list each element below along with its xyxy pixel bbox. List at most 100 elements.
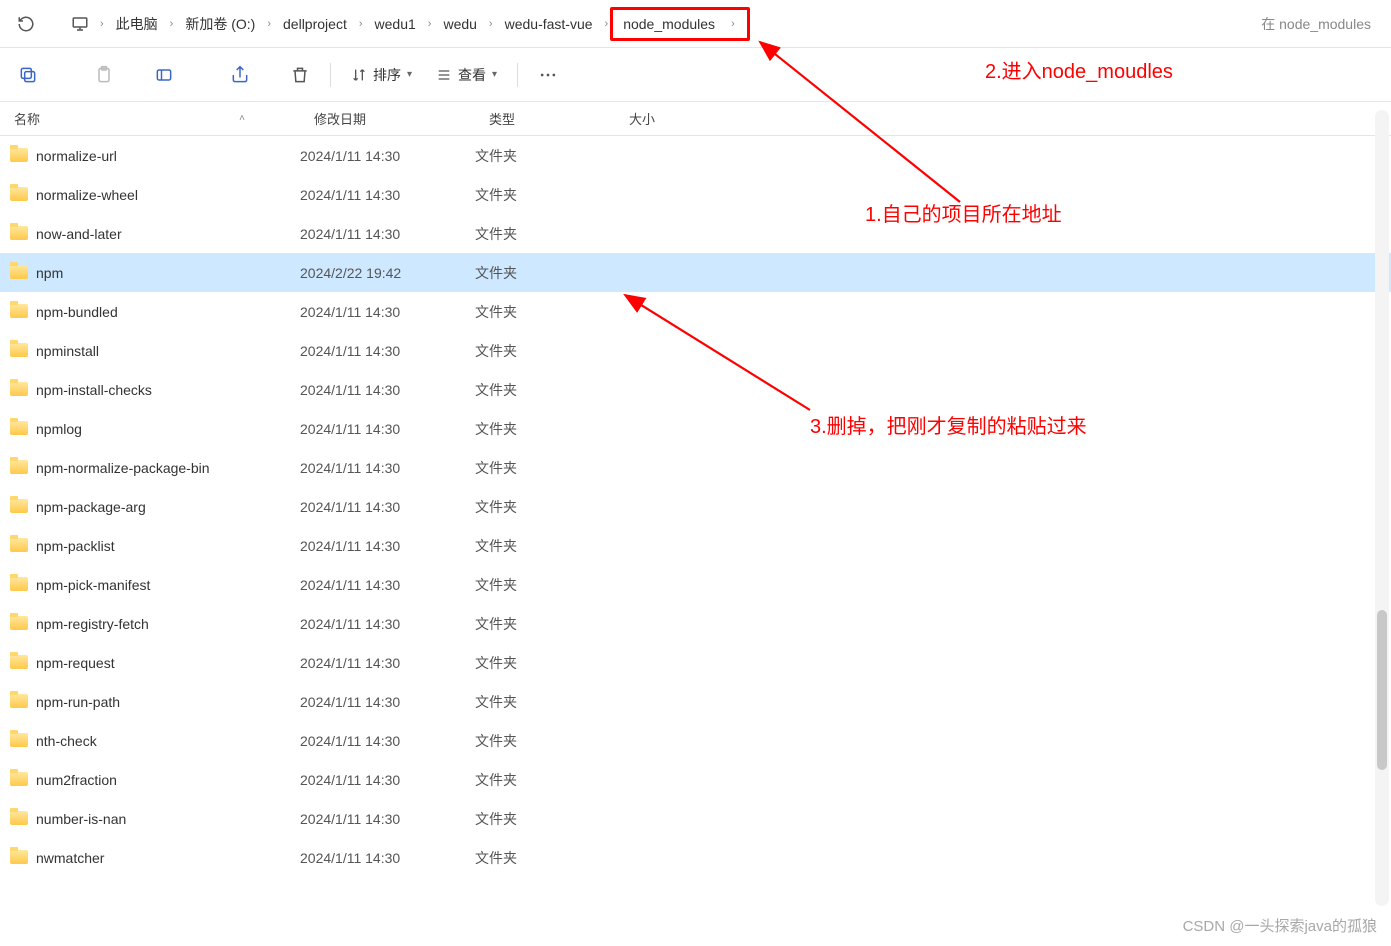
file-name: number-is-nan bbox=[36, 811, 300, 827]
paste-button[interactable] bbox=[84, 55, 124, 95]
column-date[interactable]: 修改日期 bbox=[300, 102, 475, 135]
file-row[interactable]: npm-run-path2024/1/11 14:30文件夹 bbox=[0, 682, 1391, 721]
folder-icon bbox=[10, 226, 30, 242]
file-row[interactable]: normalize-wheel2024/1/11 14:30文件夹 bbox=[0, 175, 1391, 214]
breadcrumb-item[interactable]: wedu1 bbox=[365, 10, 426, 38]
file-name: npm-run-path bbox=[36, 694, 300, 710]
breadcrumb-item[interactable]: 新加卷 (O:) bbox=[175, 8, 265, 40]
file-row[interactable]: nwmatcher2024/1/11 14:30文件夹 bbox=[0, 838, 1391, 877]
file-list: normalize-url2024/1/11 14:30文件夹normalize… bbox=[0, 136, 1391, 877]
share-button[interactable] bbox=[220, 55, 260, 95]
file-row[interactable]: npm-pick-manifest2024/1/11 14:30文件夹 bbox=[0, 565, 1391, 604]
chevron-right-icon: › bbox=[265, 18, 273, 30]
view-label: 查看 bbox=[458, 65, 486, 85]
file-date: 2024/1/11 14:30 bbox=[300, 694, 475, 710]
file-date: 2024/1/11 14:30 bbox=[300, 850, 475, 866]
file-row[interactable]: npm-normalize-package-bin2024/1/11 14:30… bbox=[0, 448, 1391, 487]
folder-icon bbox=[10, 694, 30, 710]
column-label: 修改日期 bbox=[314, 109, 366, 128]
file-name: num2fraction bbox=[36, 772, 300, 788]
file-date: 2024/2/22 19:42 bbox=[300, 265, 475, 281]
file-row[interactable]: number-is-nan2024/1/11 14:30文件夹 bbox=[0, 799, 1391, 838]
file-date: 2024/1/11 14:30 bbox=[300, 499, 475, 515]
file-name: npminstall bbox=[36, 343, 300, 359]
file-type: 文件夹 bbox=[475, 458, 615, 478]
folder-icon bbox=[10, 460, 30, 476]
file-row[interactable]: npm-packlist2024/1/11 14:30文件夹 bbox=[0, 526, 1391, 565]
file-name: now-and-later bbox=[36, 226, 300, 242]
chevron-right-icon: › bbox=[426, 18, 434, 30]
divider bbox=[330, 63, 331, 87]
file-name: npm-request bbox=[36, 655, 300, 671]
folder-icon bbox=[10, 616, 30, 632]
chevron-right-icon: › bbox=[98, 18, 106, 30]
breadcrumb-item[interactable]: wedu-fast-vue bbox=[495, 10, 603, 38]
column-type[interactable]: 类型 bbox=[475, 102, 615, 135]
file-date: 2024/1/11 14:30 bbox=[300, 733, 475, 749]
file-name: npmlog bbox=[36, 421, 300, 437]
more-button[interactable] bbox=[528, 55, 568, 95]
column-size[interactable]: 大小 bbox=[615, 102, 715, 135]
file-date: 2024/1/11 14:30 bbox=[300, 616, 475, 632]
file-type: 文件夹 bbox=[475, 809, 615, 829]
column-label: 名称 bbox=[14, 109, 40, 128]
file-row[interactable]: npmlog2024/1/11 14:30文件夹 bbox=[0, 409, 1391, 448]
file-row[interactable]: npminstall2024/1/11 14:30文件夹 bbox=[0, 331, 1391, 370]
copy-button[interactable] bbox=[8, 55, 48, 95]
scrollbar-thumb[interactable] bbox=[1377, 610, 1387, 770]
file-row[interactable]: npm2024/2/22 19:42文件夹 bbox=[0, 253, 1391, 292]
file-name: npm bbox=[36, 265, 300, 281]
file-type: 文件夹 bbox=[475, 848, 615, 868]
file-date: 2024/1/11 14:30 bbox=[300, 460, 475, 476]
file-row[interactable]: npm-package-arg2024/1/11 14:30文件夹 bbox=[0, 487, 1391, 526]
breadcrumb-item[interactable]: dellproject bbox=[273, 10, 357, 38]
file-date: 2024/1/11 14:30 bbox=[300, 811, 475, 827]
breadcrumb: › 此电脑 › 新加卷 (O:) › dellproject › wedu1 ›… bbox=[98, 0, 1249, 47]
breadcrumb-item[interactable]: 此电脑 bbox=[106, 8, 168, 40]
file-type: 文件夹 bbox=[475, 224, 615, 244]
file-row[interactable]: npm-request2024/1/11 14:30文件夹 bbox=[0, 643, 1391, 682]
delete-button[interactable] bbox=[280, 55, 320, 95]
folder-icon bbox=[10, 850, 30, 866]
file-name: normalize-wheel bbox=[36, 187, 300, 203]
breadcrumb-item-current[interactable]: node_modules › bbox=[610, 7, 750, 41]
column-name[interactable]: 名称 ˄ bbox=[0, 102, 300, 135]
chevron-right-icon: › bbox=[729, 18, 737, 30]
chevron-right-icon: › bbox=[357, 18, 365, 30]
file-row[interactable]: npm-bundled2024/1/11 14:30文件夹 bbox=[0, 292, 1391, 331]
file-row[interactable]: npm-install-checks2024/1/11 14:30文件夹 bbox=[0, 370, 1391, 409]
folder-icon bbox=[10, 811, 30, 827]
file-date: 2024/1/11 14:30 bbox=[300, 421, 475, 437]
sort-menu[interactable]: 排序 ▾ bbox=[341, 59, 422, 91]
file-row[interactable]: normalize-url2024/1/11 14:30文件夹 bbox=[0, 136, 1391, 175]
divider bbox=[517, 63, 518, 87]
file-row[interactable]: nth-check2024/1/11 14:30文件夹 bbox=[0, 721, 1391, 760]
file-date: 2024/1/11 14:30 bbox=[300, 382, 475, 398]
file-type: 文件夹 bbox=[475, 614, 615, 634]
file-type: 文件夹 bbox=[475, 575, 615, 595]
file-type: 文件夹 bbox=[475, 380, 615, 400]
file-name: npm-bundled bbox=[36, 304, 300, 320]
folder-icon bbox=[10, 265, 30, 281]
file-row[interactable]: now-and-later2024/1/11 14:30文件夹 bbox=[0, 214, 1391, 253]
rename-button[interactable] bbox=[144, 55, 184, 95]
computer-icon[interactable] bbox=[62, 6, 98, 42]
file-type: 文件夹 bbox=[475, 419, 615, 439]
refresh-button[interactable] bbox=[8, 6, 44, 42]
breadcrumb-item[interactable]: wedu bbox=[433, 10, 486, 38]
chevron-right-icon: › bbox=[603, 18, 611, 30]
scrollbar[interactable] bbox=[1375, 110, 1389, 906]
folder-icon bbox=[10, 538, 30, 554]
file-name: npm-registry-fetch bbox=[36, 616, 300, 632]
view-menu[interactable]: 查看 ▾ bbox=[426, 59, 507, 91]
file-date: 2024/1/11 14:30 bbox=[300, 187, 475, 203]
file-date: 2024/1/11 14:30 bbox=[300, 148, 475, 164]
file-type: 文件夹 bbox=[475, 146, 615, 166]
chevron-down-icon: ▾ bbox=[407, 69, 412, 80]
search-input[interactable]: 在 node_modules bbox=[1249, 14, 1383, 34]
file-row[interactable]: num2fraction2024/1/11 14:30文件夹 bbox=[0, 760, 1391, 799]
file-row[interactable]: npm-registry-fetch2024/1/11 14:30文件夹 bbox=[0, 604, 1391, 643]
chevron-right-icon: › bbox=[487, 18, 495, 30]
file-date: 2024/1/11 14:30 bbox=[300, 538, 475, 554]
file-date: 2024/1/11 14:30 bbox=[300, 343, 475, 359]
